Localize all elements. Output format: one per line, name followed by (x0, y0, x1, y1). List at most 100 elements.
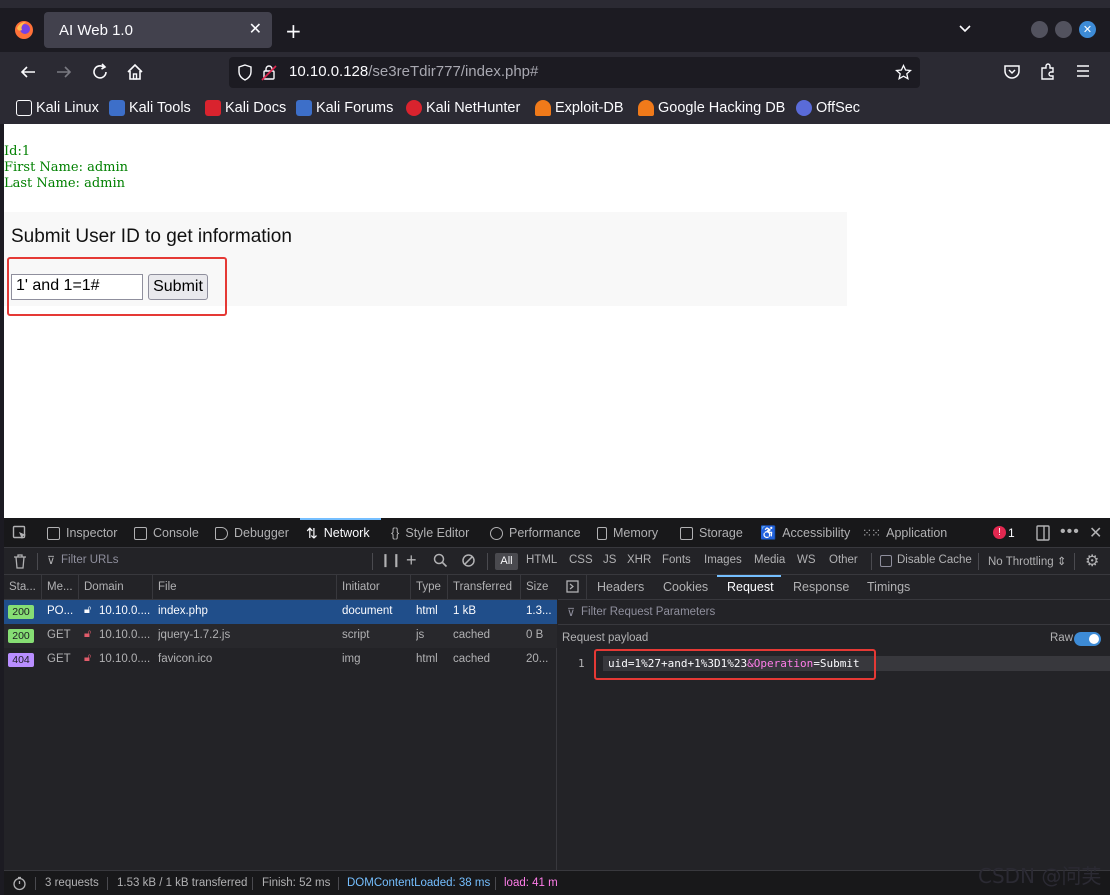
filter-xhr[interactable]: XHR (627, 554, 651, 566)
close-window-icon[interactable]: ✕ (1079, 21, 1096, 38)
stopwatch-icon[interactable] (12, 876, 27, 891)
column-method[interactable]: Me... (47, 581, 73, 593)
tab-list-chevron-icon[interactable] (958, 21, 972, 35)
bookmark-kali-tools[interactable]: Kali Tools (109, 98, 191, 118)
request-domain: 10.10.0.... (99, 605, 151, 617)
block-icon[interactable] (461, 553, 476, 568)
tab-bar: AI Web 1.0 ✕ + ✕ (0, 8, 1110, 52)
filter-ws[interactable]: WS (797, 554, 816, 566)
detail-tab-bar: Headers Cookies Request Response Timings (558, 575, 1110, 600)
error-icon[interactable]: ! (993, 526, 1006, 539)
tab-storage[interactable]: Storage (680, 525, 743, 541)
pause-icon[interactable]: ❙❙ (380, 552, 402, 568)
search-icon[interactable] (433, 553, 448, 568)
pocket-icon[interactable] (1003, 63, 1021, 81)
bookmark-offsec[interactable]: OffSec (796, 98, 860, 118)
tab-console[interactable]: Console (134, 525, 199, 541)
tab-response[interactable]: Response (793, 580, 849, 594)
tab-accessibility[interactable]: ♿ Accessibility (760, 525, 850, 541)
filter-images[interactable]: Images (704, 554, 742, 566)
column-size[interactable]: Size (526, 581, 548, 593)
add-request-icon[interactable]: + (406, 550, 417, 571)
new-tab-icon[interactable]: + (285, 19, 302, 43)
column-separator (410, 575, 411, 600)
tab-headers[interactable]: Headers (597, 580, 644, 594)
request-method: PO... (47, 605, 74, 617)
tab-request[interactable]: Request (727, 580, 774, 594)
request-file: favicon.ico (158, 653, 213, 665)
toggle-sidebar-icon[interactable] (566, 580, 579, 593)
tab-style-editor[interactable]: {} Style Editor (391, 525, 469, 541)
bookmark-star-icon[interactable] (895, 64, 912, 81)
request-list: Sta... Me... Domain File Initiator Type … (4, 575, 557, 870)
toolbar-separator (1074, 553, 1075, 570)
column-type[interactable]: Type (416, 581, 441, 593)
filter-urls-input[interactable]: Filter URLs (61, 554, 119, 566)
column-file[interactable]: File (158, 581, 177, 593)
disable-cache-checkbox[interactable] (880, 555, 892, 567)
forward-arrow-icon[interactable] (55, 64, 73, 80)
reload-icon[interactable] (91, 63, 109, 81)
filter-other[interactable]: Other (829, 554, 858, 566)
extensions-icon[interactable] (1039, 63, 1057, 81)
selected-detail-tab-indicator (717, 575, 781, 577)
filter-html[interactable]: HTML (526, 554, 557, 566)
insecure-connection-icon: 🔓︎ (84, 604, 92, 616)
bookmark-kali-forums[interactable]: Kali Forums (296, 98, 393, 118)
filter-all[interactable]: All (495, 553, 518, 570)
table-row[interactable]: 200 GET 🔓︎ 10.10.0.... jquery-1.7.2.js s… (4, 624, 557, 648)
maximize-window-icon[interactable] (1055, 21, 1072, 38)
column-separator (78, 575, 79, 600)
window-top-strip (0, 0, 1110, 8)
filter-css[interactable]: CSS (569, 554, 593, 566)
dock-side-icon[interactable] (1036, 525, 1050, 541)
url-bar[interactable]: 10.10.0.128/se3reTdir777/index.php# (229, 57, 920, 88)
settings-gear-icon[interactable]: ⚙ (1085, 551, 1099, 571)
firefox-icon[interactable] (14, 20, 34, 40)
column-domain[interactable]: Domain (84, 581, 124, 593)
column-initiator[interactable]: Initiator (342, 581, 380, 593)
tab-performance[interactable]: Performance (490, 525, 581, 541)
tab-cookies[interactable]: Cookies (663, 580, 708, 594)
throttling-select[interactable]: No Throttling ⇕ (988, 554, 1066, 568)
status-badge: 404 (8, 653, 34, 667)
shield-icon[interactable] (237, 64, 253, 81)
insecure-connection-icon: 🔓︎ (84, 652, 92, 664)
close-devtools-icon[interactable]: ✕ (1089, 523, 1102, 543)
tab-debugger[interactable]: Debugger (215, 525, 289, 541)
element-picker-icon[interactable] (12, 525, 28, 541)
back-arrow-icon[interactable] (19, 64, 37, 80)
table-row[interactable]: 200 PO... 🔓︎ 10.10.0.... index.php docum… (4, 600, 557, 624)
toolbar-separator (37, 553, 38, 570)
column-transferred[interactable]: Transferred (453, 581, 512, 593)
network-toolbar: ⊽ Filter URLs ❙❙ + All HTML CSS JS XHR F… (4, 549, 1110, 575)
filter-media[interactable]: Media (754, 554, 785, 566)
filter-js[interactable]: JS (603, 554, 616, 566)
raw-toggle[interactable] (1074, 632, 1101, 646)
more-options-icon[interactable]: ••• (1060, 523, 1080, 541)
trash-icon[interactable] (13, 554, 27, 569)
insecure-lock-icon[interactable] (261, 64, 277, 81)
column-status[interactable]: Sta... (9, 581, 36, 593)
bookmark-kali-nethunter[interactable]: Kali NetHunter (406, 98, 520, 118)
form-title: Submit User ID to get information (11, 226, 292, 247)
bookmark-kali-docs[interactable]: Kali Docs (205, 98, 286, 118)
tab-ai-web[interactable]: AI Web 1.0 ✕ (44, 12, 272, 48)
bookmark-exploit-db[interactable]: Exploit-DB (535, 98, 624, 118)
menu-hamburger-icon[interactable] (1075, 63, 1091, 79)
tab-network[interactable]: ⇅ Network (306, 525, 370, 541)
request-transferred: cached (453, 629, 491, 641)
tab-application[interactable]: ⁙⁙ Application (862, 525, 947, 541)
home-icon[interactable] (126, 63, 144, 81)
bookmark-google-hacking-db[interactable]: Google Hacking DB (638, 98, 785, 118)
tab-inspector[interactable]: Inspector (47, 525, 117, 541)
tab-memory[interactable]: Memory (597, 525, 658, 541)
status-separator (338, 877, 339, 890)
table-row[interactable]: 404 GET 🔓︎ 10.10.0.... favicon.ico img h… (4, 648, 557, 672)
filter-params-input[interactable]: Filter Request Parameters (581, 606, 715, 618)
minimize-window-icon[interactable] (1031, 21, 1048, 38)
tab-timings[interactable]: Timings (867, 580, 910, 594)
bookmark-kali-linux[interactable]: Kali Linux (16, 98, 99, 118)
close-tab-icon[interactable]: ✕ (249, 19, 262, 38)
filter-fonts[interactable]: Fonts (662, 554, 691, 566)
